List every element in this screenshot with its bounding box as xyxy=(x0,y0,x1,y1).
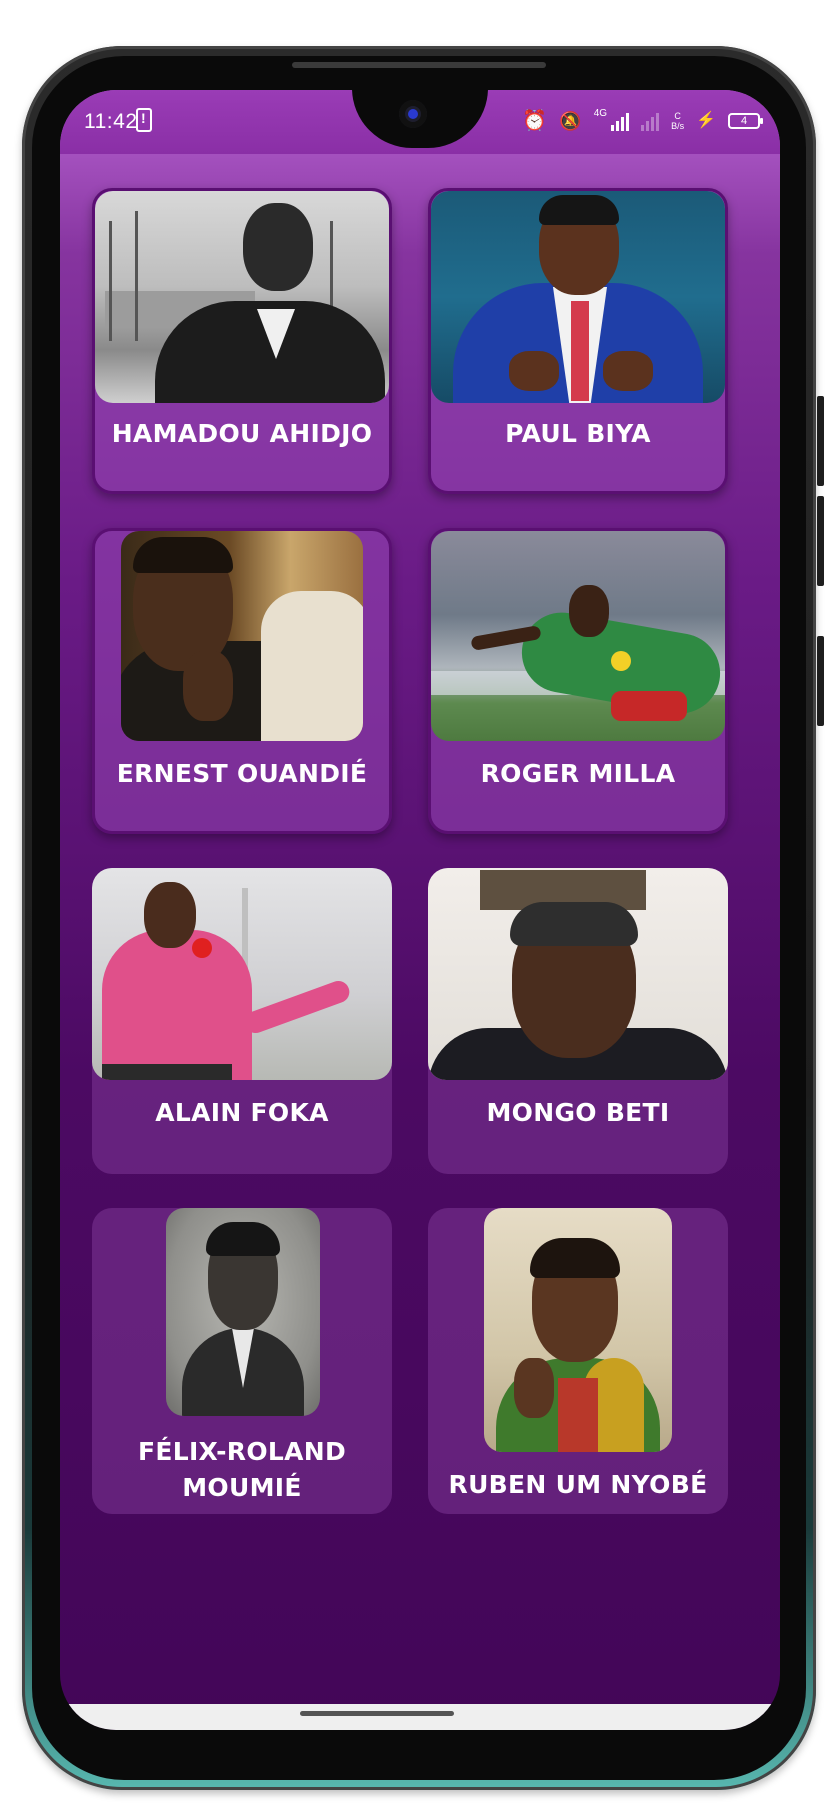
card-mongo-beti[interactable]: MONGO BETI xyxy=(428,868,728,1174)
photo-felix-roland-moumie xyxy=(166,1208,320,1416)
name-label: RUBEN UM NYOBÉ xyxy=(448,1470,708,1499)
card-roger-milla[interactable]: ROGER MILLA xyxy=(428,528,728,834)
name-line-2: MOUMIÉ xyxy=(182,1473,302,1502)
photo-ernest-ouandie xyxy=(121,531,363,741)
photo-hamadou-ahidjo xyxy=(95,191,389,403)
camera-notch xyxy=(352,90,488,148)
status-bar: 11:42 ⏰ 🔕 4G C B/s ⚡ 4 xyxy=(60,90,780,154)
battery-level: 4 xyxy=(740,115,748,127)
name-label: ALAIN FOKA xyxy=(155,1098,329,1127)
photo-alain-foka xyxy=(92,868,392,1080)
battery-icon: 4 xyxy=(728,113,763,129)
volume-button xyxy=(817,396,824,486)
alarm-icon: ⏰ xyxy=(522,110,548,132)
signal-weak-icon xyxy=(641,111,660,131)
home-indicator[interactable] xyxy=(300,1711,454,1716)
photo-roger-milla xyxy=(431,531,725,741)
mute-bell-icon: 🔕 xyxy=(559,111,582,131)
card-felix-roland-moumie[interactable]: FÉLIX-ROLAND MOUMIÉ xyxy=(92,1208,392,1514)
volume-button xyxy=(817,496,824,586)
photo-mongo-beti xyxy=(428,868,728,1080)
name-label: HAMADOU AHIDJO xyxy=(111,419,373,448)
sim-alert-icon xyxy=(136,108,152,132)
power-button xyxy=(817,636,824,726)
photo-ruben-um-nyobe xyxy=(484,1208,672,1452)
name-label: FÉLIX-ROLAND MOUMIÉ xyxy=(92,1434,392,1506)
app-screen: 11:42 ⏰ 🔕 4G C B/s ⚡ 4 xyxy=(60,90,780,1730)
card-ruben-um-nyobe[interactable]: RUBEN UM NYOBÉ xyxy=(428,1208,728,1514)
net-speed-value: C xyxy=(674,111,681,121)
signal-icon xyxy=(611,111,630,131)
network-type: 4G xyxy=(593,108,608,119)
name-label: PAUL BIYA xyxy=(505,419,651,448)
net-speed: C B/s xyxy=(671,111,684,131)
status-icons: ⏰ 🔕 4G C B/s ⚡ 4 xyxy=(522,108,763,134)
charging-icon: ⚡ xyxy=(696,112,716,129)
earpiece-speaker xyxy=(292,62,546,68)
net-speed-unit: B/s xyxy=(671,121,685,131)
navigation-bar xyxy=(60,1704,780,1730)
name-label: MONGO BETI xyxy=(486,1098,670,1127)
card-hamadou-ahidjo[interactable]: HAMADOU AHIDJO xyxy=(92,188,392,494)
card-paul-biya[interactable]: PAUL BIYA xyxy=(428,188,728,494)
status-time: 11:42 xyxy=(84,110,138,133)
front-camera-icon xyxy=(399,100,427,128)
name-line-1: FÉLIX-ROLAND xyxy=(137,1437,347,1466)
photo-paul-biya xyxy=(431,191,725,403)
personality-grid: HAMADOU AHIDJO PAUL BIYA ERNEST OUANDIÉ … xyxy=(92,188,748,1514)
name-label: ROGER MILLA xyxy=(480,759,676,788)
name-label: ERNEST OUANDIÉ xyxy=(116,759,368,788)
card-ernest-ouandie[interactable]: ERNEST OUANDIÉ xyxy=(92,528,392,834)
card-alain-foka[interactable]: ALAIN FOKA xyxy=(92,868,392,1174)
